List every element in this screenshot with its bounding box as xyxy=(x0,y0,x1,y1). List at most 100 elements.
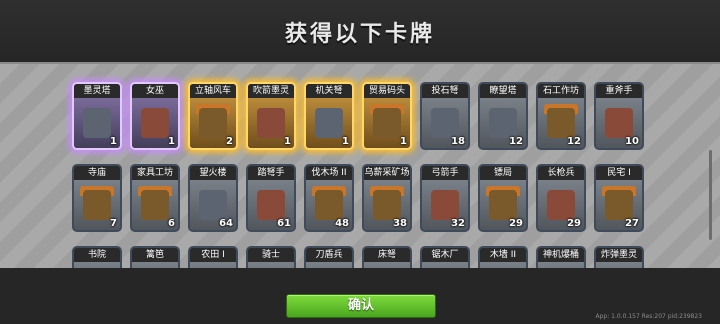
confirm-button[interactable]: 确认 xyxy=(286,294,436,318)
building-icon xyxy=(489,190,517,220)
card-tile[interactable]: 家具工坊 6 xyxy=(130,164,180,232)
card-tile[interactable]: 神机爆桶 xyxy=(536,246,586,270)
card-tile[interactable]: 寺庙 7 xyxy=(72,164,122,232)
card-count: 10 xyxy=(625,136,639,147)
card-name: 书院 xyxy=(74,248,120,262)
card-count: 12 xyxy=(567,136,581,147)
card-count: 1 xyxy=(342,136,349,147)
building-icon xyxy=(605,190,633,220)
unit-icon xyxy=(605,108,633,138)
building-icon xyxy=(83,190,111,220)
card-count: 32 xyxy=(451,218,465,229)
tower-icon xyxy=(489,108,517,138)
card-name: 刀盾兵 xyxy=(306,248,352,262)
building-icon xyxy=(315,190,343,220)
tower-icon xyxy=(199,190,227,220)
page-title: 获得以下卡牌 xyxy=(284,22,435,47)
card-tile[interactable]: 刀盾兵 xyxy=(304,246,354,270)
card-tile[interactable]: 骑士 xyxy=(246,246,296,270)
card-tile[interactable]: 木墙 II xyxy=(478,246,528,270)
card-name: 石工作坊 xyxy=(538,84,584,98)
card-count: 12 xyxy=(509,136,523,147)
card-tile[interactable]: 立轴风车 2 xyxy=(188,82,238,150)
card-tile[interactable]: 望火楼 64 xyxy=(188,164,238,232)
card-tile[interactable]: 书院 xyxy=(72,246,122,270)
building-icon xyxy=(199,108,227,138)
scrollbar[interactable] xyxy=(709,150,712,240)
card-tile[interactable]: 篱笆 xyxy=(130,246,180,270)
card-count: 6 xyxy=(168,218,175,229)
card-name: 长枪兵 xyxy=(538,166,584,180)
tower-icon xyxy=(83,108,111,138)
card-count: 1 xyxy=(284,136,291,147)
card-tile[interactable]: 重斧手 10 xyxy=(594,82,644,150)
card-name: 炸弹墨灵 xyxy=(596,248,642,262)
card-name: 家具工坊 xyxy=(132,166,178,180)
card-tile[interactable]: 床弩 xyxy=(362,246,412,270)
card-tile[interactable]: 机关弩 1 xyxy=(304,82,354,150)
unit-icon xyxy=(547,190,575,220)
card-count: 29 xyxy=(509,218,523,229)
unit-icon xyxy=(257,108,285,138)
card-tile[interactable]: 长枪兵 29 xyxy=(536,164,586,232)
card-name: 骑士 xyxy=(248,248,294,262)
card-count: 1 xyxy=(110,136,117,147)
card-tile[interactable]: 乌薪采矿场 38 xyxy=(362,164,412,232)
card-name: 墨灵塔 xyxy=(74,84,120,98)
card-name: 望火楼 xyxy=(190,166,236,180)
card-name: 农田 I xyxy=(190,248,236,262)
card-name: 弓箭手 xyxy=(422,166,468,180)
card-name: 床弩 xyxy=(364,248,410,262)
card-tile[interactable]: 女巫 1 xyxy=(130,82,180,150)
card-name: 伐木场 II xyxy=(306,166,352,180)
card-name: 篱笆 xyxy=(132,248,178,262)
card-name: 投石弩 xyxy=(422,84,468,98)
card-grid-panel[interactable]: 墨灵塔 1 女巫 1 立轴风车 2 吹箭墨灵 1 机关弩 1 贸易码头 1 投石弩 18 瞭望塔 12 石工作坊… xyxy=(0,62,720,270)
card-name: 神机爆桶 xyxy=(538,248,584,262)
card-name: 女巫 xyxy=(132,84,178,98)
card-tile[interactable]: 炸弹墨灵 xyxy=(594,246,644,270)
card-count: 1 xyxy=(168,136,175,147)
card-name: 寺庙 xyxy=(74,166,120,180)
version-text: App: 1.0.0.157 Res:207 pid:239823 xyxy=(595,313,703,320)
card-tile[interactable]: 贸易码头 1 xyxy=(362,82,412,150)
card-name: 踏弩手 xyxy=(248,166,294,180)
card-name: 瞭望塔 xyxy=(480,84,526,98)
card-count: 64 xyxy=(219,218,233,229)
tower-icon xyxy=(315,108,343,138)
card-name: 木墙 II xyxy=(480,248,526,262)
card-tile[interactable]: 弓箭手 32 xyxy=(420,164,470,232)
building-icon xyxy=(373,190,401,220)
card-count: 27 xyxy=(625,218,639,229)
unit-icon xyxy=(141,108,169,138)
card-name: 锯木厂 xyxy=(422,248,468,262)
card-tile[interactable]: 投石弩 18 xyxy=(420,82,470,150)
card-tile[interactable]: 瞭望塔 12 xyxy=(478,82,528,150)
unit-icon xyxy=(431,190,459,220)
card-count: 29 xyxy=(567,218,581,229)
card-tile[interactable]: 镖局 29 xyxy=(478,164,528,232)
card-name: 立轴风车 xyxy=(190,84,236,98)
card-count: 38 xyxy=(393,218,407,229)
unit-icon xyxy=(257,190,285,220)
card-name: 机关弩 xyxy=(306,84,352,98)
card-count: 7 xyxy=(110,218,117,229)
card-count: 18 xyxy=(451,136,465,147)
card-tile[interactable]: 吹箭墨灵 1 xyxy=(246,82,296,150)
card-tile[interactable]: 石工作坊 12 xyxy=(536,82,586,150)
card-tile[interactable]: 踏弩手 61 xyxy=(246,164,296,232)
card-name: 吹箭墨灵 xyxy=(248,84,294,98)
card-count: 2 xyxy=(226,136,233,147)
card-tile[interactable]: 墨灵塔 1 xyxy=(72,82,122,150)
card-tile[interactable]: 农田 I xyxy=(188,246,238,270)
card-tile[interactable]: 民宅 I 27 xyxy=(594,164,644,232)
card-count: 61 xyxy=(277,218,291,229)
card-name: 镖局 xyxy=(480,166,526,180)
card-name: 重斧手 xyxy=(596,84,642,98)
header-bar: 获得以下卡牌 xyxy=(0,0,720,62)
card-tile[interactable]: 锯木厂 xyxy=(420,246,470,270)
card-tile[interactable]: 伐木场 II 48 xyxy=(304,164,354,232)
card-name: 乌薪采矿场 xyxy=(364,166,410,180)
tower-icon xyxy=(431,108,459,138)
building-icon xyxy=(547,108,575,138)
